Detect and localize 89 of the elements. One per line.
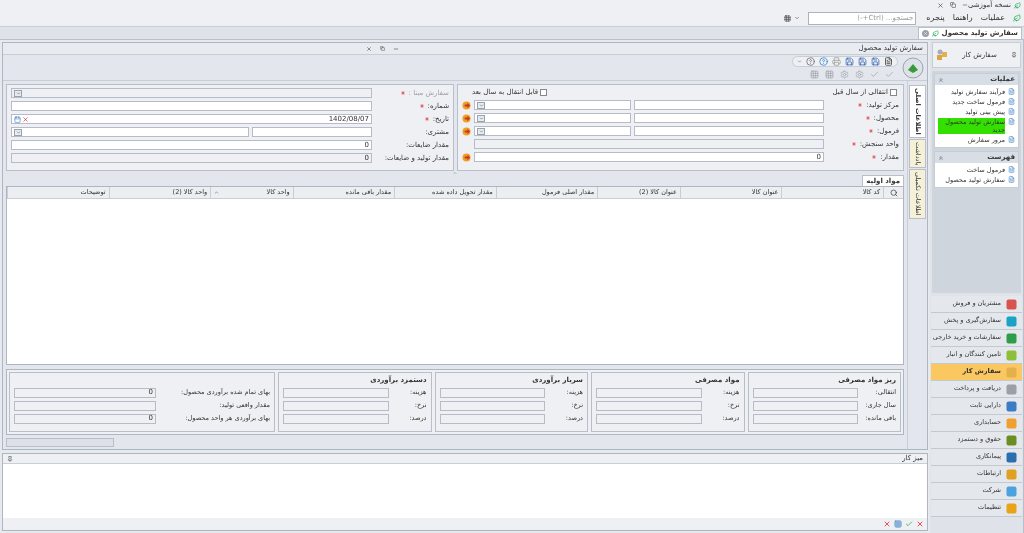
- dropdown-button[interactable]: [14, 128, 22, 136]
- readonly-field[interactable]: [596, 401, 702, 411]
- app-logo-icon: [1014, 1, 1021, 9]
- required-mark-icon: [867, 128, 874, 134]
- order-combo-field[interactable]: [11, 88, 372, 98]
- readonly-field[interactable]: [439, 414, 545, 424]
- save-icon[interactable]: [845, 57, 854, 66]
- logo-icon[interactable]: [902, 56, 924, 79]
- lookup-arrow-icon[interactable]: [462, 113, 471, 123]
- required-mark-icon: [850, 141, 857, 147]
- checkbox[interactable]: [890, 88, 897, 96]
- minimize-icon[interactable]: [392, 45, 399, 52]
- help-icon[interactable]: [819, 57, 828, 66]
- required-mark-icon: [423, 116, 430, 122]
- lookup-arrow-icon[interactable]: [462, 100, 471, 110]
- clear-icon[interactable]: [22, 115, 29, 123]
- layout-icon[interactable]: [784, 14, 792, 22]
- menu-item[interactable]: عملیات: [980, 12, 1005, 24]
- dropdown-button[interactable]: [477, 101, 485, 109]
- readonly-field[interactable]: [596, 414, 702, 424]
- dropdown-button[interactable]: [14, 89, 22, 97]
- caret-icon[interactable]: [797, 59, 802, 64]
- new-document-icon[interactable]: [884, 57, 893, 66]
- customer-field[interactable]: [11, 127, 249, 137]
- dropdown-button[interactable]: [477, 127, 485, 135]
- code-field[interactable]: [634, 126, 824, 136]
- close-icon[interactable]: [883, 520, 891, 528]
- readonly-field[interactable]: [283, 401, 389, 411]
- search-icon[interactable]: [889, 188, 898, 197]
- sort-icon: [214, 190, 220, 195]
- print-icon[interactable]: [832, 57, 841, 66]
- close-icon[interactable]: [936, 1, 944, 9]
- code-field[interactable]: [634, 113, 824, 123]
- boxes-icon: [936, 49, 948, 61]
- document-icon: [1008, 136, 1015, 143]
- required-mark-icon: [871, 154, 878, 160]
- document-icon: [1008, 118, 1015, 125]
- settings-icon[interactable]: [840, 70, 849, 79]
- save-icon[interactable]: [858, 57, 867, 66]
- document-icon: [1008, 176, 1015, 183]
- tab-close-button[interactable]: [921, 30, 929, 37]
- readonly-field[interactable]: [474, 139, 824, 149]
- code-field[interactable]: [634, 100, 824, 110]
- customer-code-field[interactable]: [252, 127, 372, 137]
- readonly-field[interactable]: [283, 414, 389, 424]
- lookup-field[interactable]: [474, 113, 631, 123]
- required-mark-icon: [399, 90, 406, 96]
- delete-icon[interactable]: [916, 520, 924, 528]
- collapse-icon[interactable]: [938, 154, 944, 161]
- lookup-arrow-icon[interactable]: [462, 126, 471, 136]
- caret-icon[interactable]: [794, 15, 801, 21]
- text-field[interactable]: [11, 101, 372, 111]
- save-icon[interactable]: [871, 57, 880, 66]
- readonly-field[interactable]: [752, 401, 858, 411]
- restore-icon[interactable]: [949, 2, 956, 8]
- close-icon[interactable]: [365, 45, 372, 52]
- settings-icon[interactable]: [855, 70, 864, 79]
- readonly-field[interactable]: [439, 388, 545, 398]
- splitter-icon[interactable]: [453, 171, 457, 175]
- readonly-field[interactable]: [14, 400, 156, 411]
- required-mark-icon: [864, 115, 871, 121]
- restore-icon[interactable]: [379, 46, 385, 51]
- document-icon: [1008, 166, 1015, 173]
- check-icon[interactable]: [905, 520, 913, 528]
- lookup-field[interactable]: [474, 126, 631, 136]
- menu-item[interactable]: راهنما: [952, 12, 973, 24]
- required-mark-icon: [857, 102, 864, 108]
- required-mark-icon: [418, 103, 425, 109]
- help-icon[interactable]: [806, 57, 815, 66]
- readonly-field[interactable]: [439, 401, 545, 411]
- readonly-field[interactable]: [596, 388, 702, 398]
- pin-icon[interactable]: [1011, 52, 1017, 58]
- readonly-field[interactable]: [283, 388, 389, 398]
- pin-icon[interactable]: [7, 455, 13, 462]
- collapse-icon[interactable]: [938, 76, 944, 83]
- lookup-field[interactable]: [474, 100, 631, 110]
- leaf-icon: [931, 30, 939, 37]
- document-icon: [1008, 98, 1015, 105]
- checkbox[interactable]: [540, 88, 548, 96]
- dropdown-button[interactable]: [477, 114, 485, 122]
- document-icon: [1008, 88, 1015, 95]
- lookup-arrow-icon[interactable]: [462, 152, 471, 162]
- document-icon: [1008, 108, 1015, 115]
- readonly-field[interactable]: [752, 414, 858, 424]
- menu-item[interactable]: پنجره: [926, 12, 945, 24]
- minimize-icon[interactable]: [961, 2, 968, 8]
- calendar-icon[interactable]: [14, 115, 21, 123]
- menu-logo-icon: [1013, 14, 1021, 22]
- readonly-field[interactable]: [752, 388, 858, 398]
